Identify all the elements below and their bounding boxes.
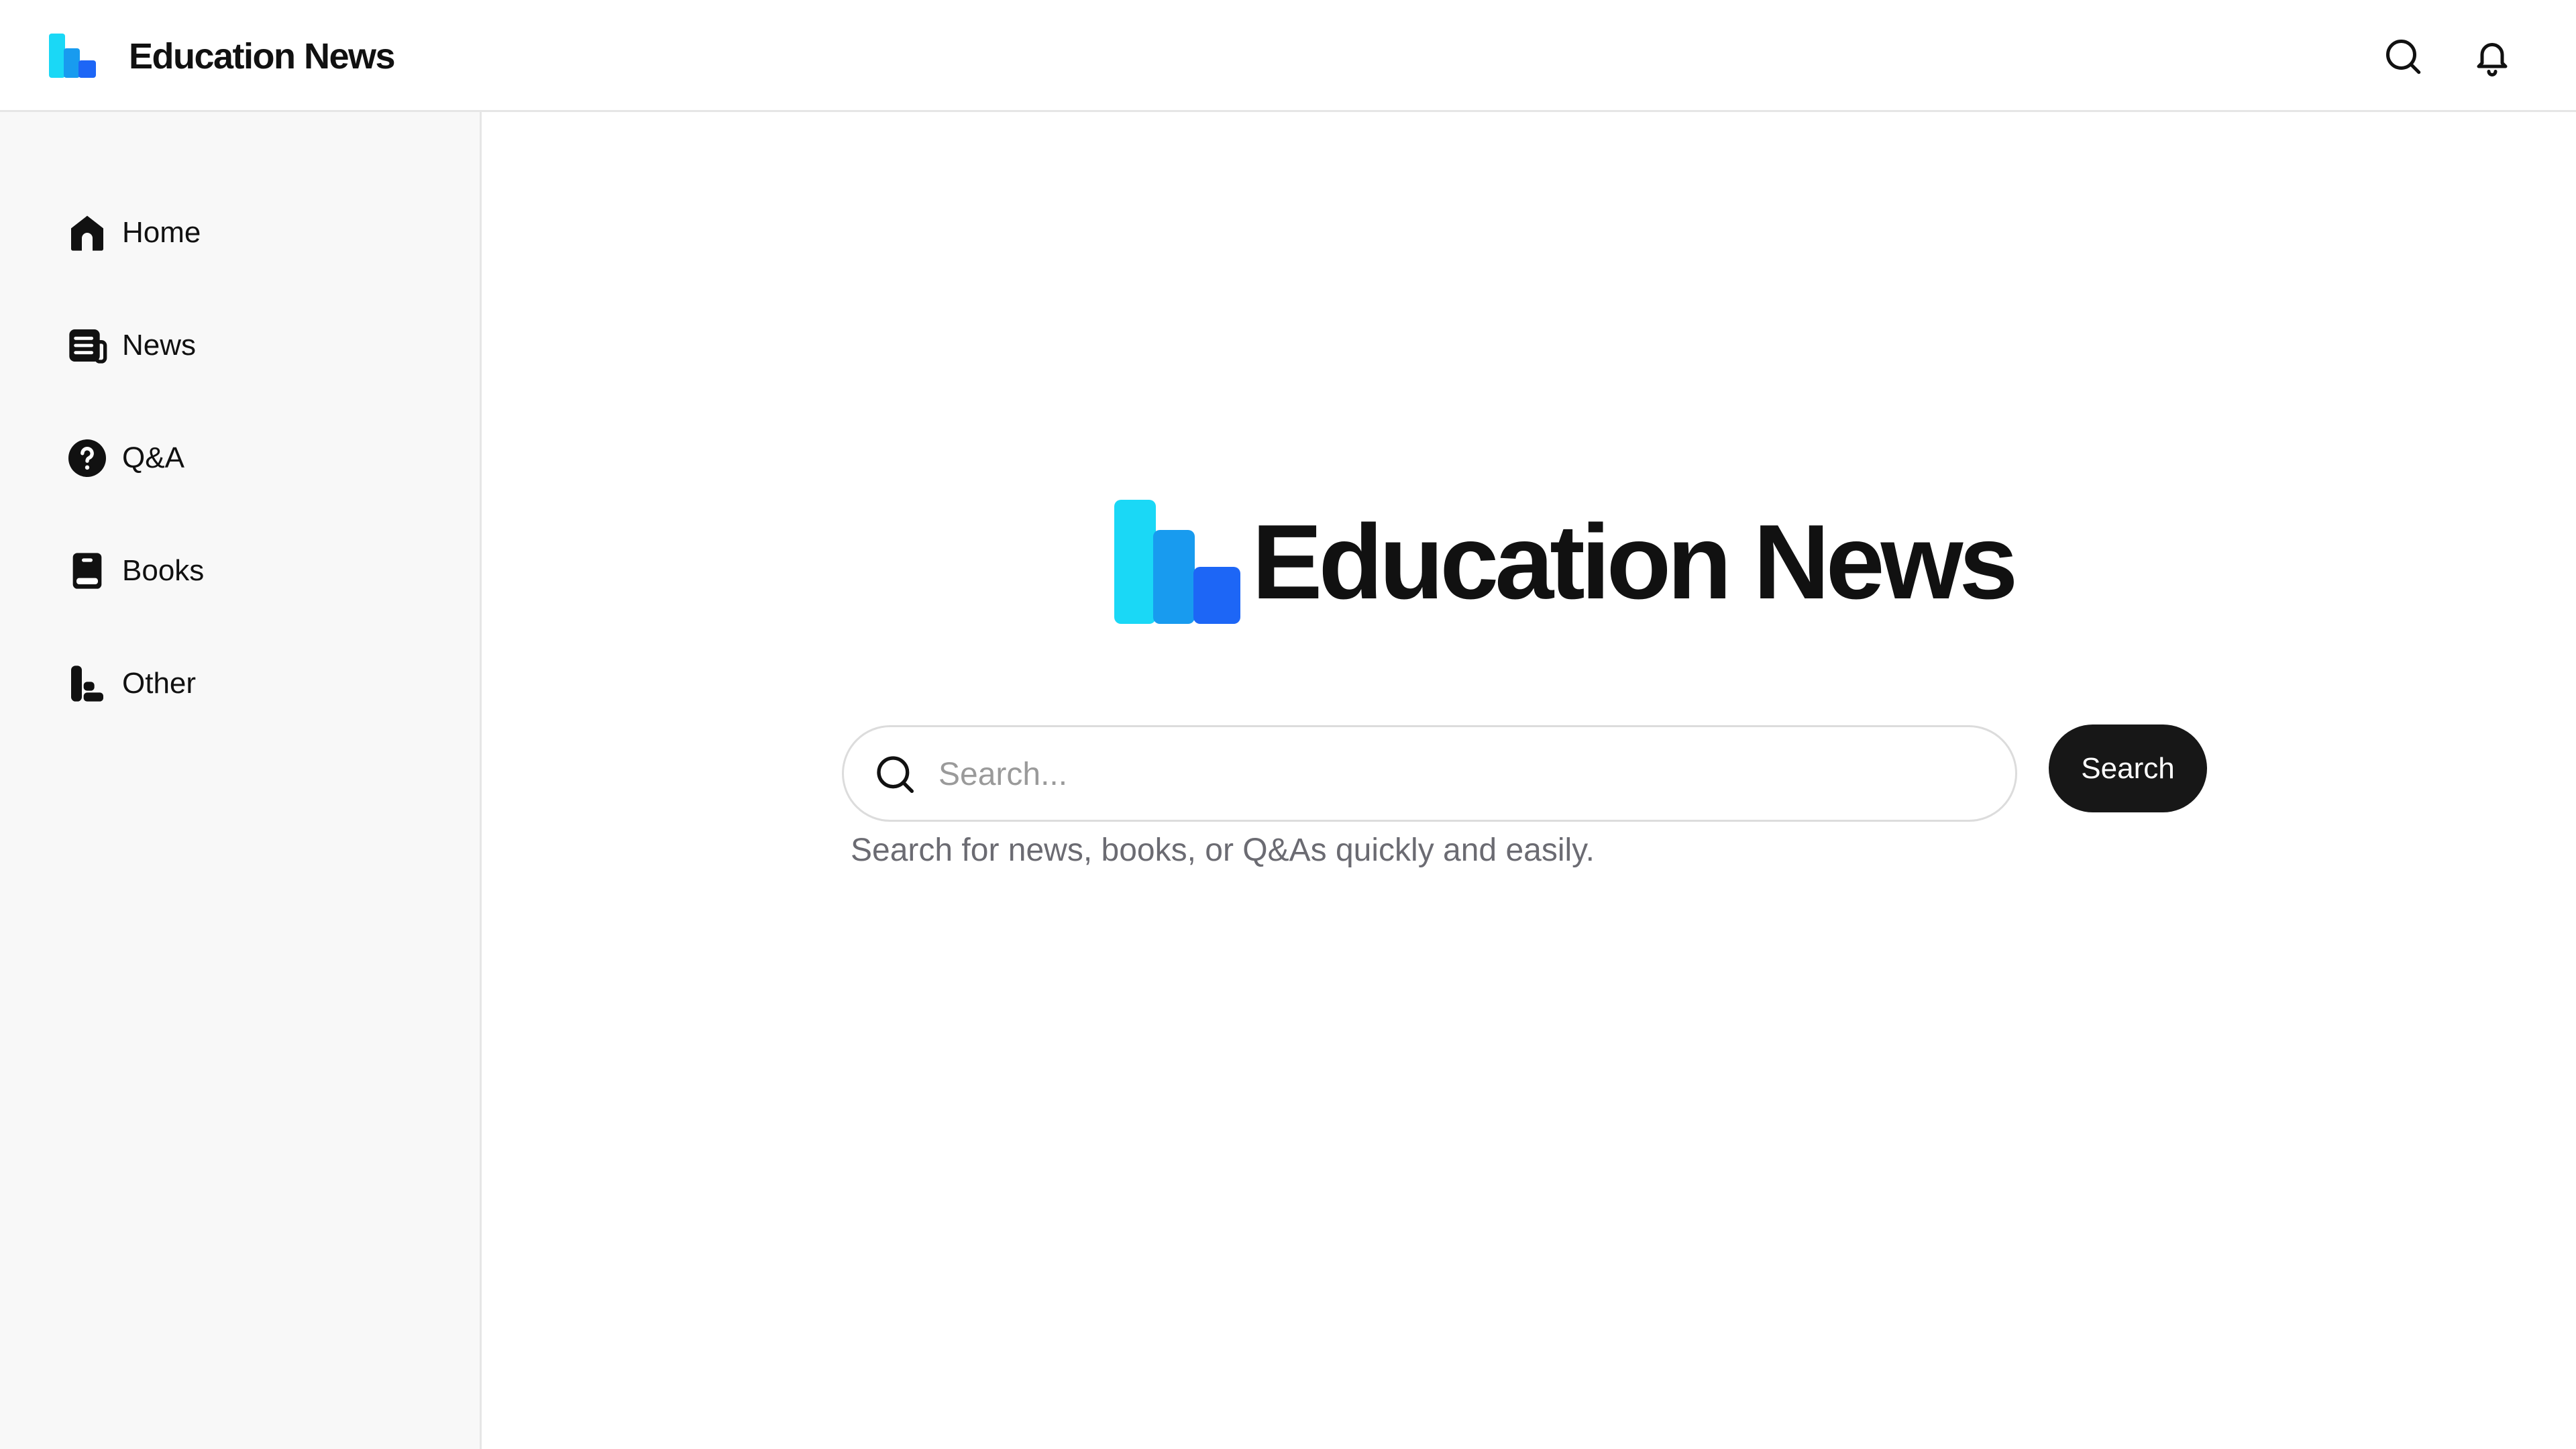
brand[interactable]: Education News [49, 32, 396, 80]
app-title: Education News [129, 36, 396, 76]
sidebar-item-label: Q&A [122, 441, 184, 474]
hero-logo [1114, 500, 1240, 624]
search-icon [877, 756, 914, 793]
sidebar-item-home[interactable]: Home [40, 193, 416, 273]
main-content: Education News Search Search for news, b… [484, 114, 2576, 1449]
search-button[interactable]: Search [2049, 724, 2207, 812]
bell-icon[interactable] [2471, 35, 2514, 78]
sidebar-item-label: Other [122, 667, 197, 700]
home-icon [60, 206, 114, 260]
sidebar-item-news[interactable]: News [40, 305, 416, 386]
question-circle-icon [60, 431, 114, 485]
sidebar-item-qa[interactable]: Q&A [40, 418, 416, 498]
top-bar: Education News [0, 0, 2576, 112]
search-input[interactable] [938, 742, 1985, 806]
book-icon [60, 544, 114, 598]
sidebar-item-label: Books [122, 554, 205, 587]
sidebar-item-label: Home [122, 216, 201, 249]
newspaper-icon [60, 319, 114, 372]
brand-logo [49, 34, 96, 78]
sidebar: Home News Q&A Books Other [0, 112, 482, 1449]
sidebar-item-label: News [122, 329, 197, 362]
page-title: Education News [1252, 503, 2018, 621]
search-bar[interactable] [842, 725, 2017, 822]
blocks-icon [60, 657, 114, 710]
sidebar-item-other[interactable]: Other [40, 643, 416, 724]
search-helper-text: Search for news, books, or Q&As quickly … [851, 833, 1595, 868]
search-icon[interactable] [2381, 35, 2424, 78]
sidebar-item-books[interactable]: Books [40, 531, 416, 611]
